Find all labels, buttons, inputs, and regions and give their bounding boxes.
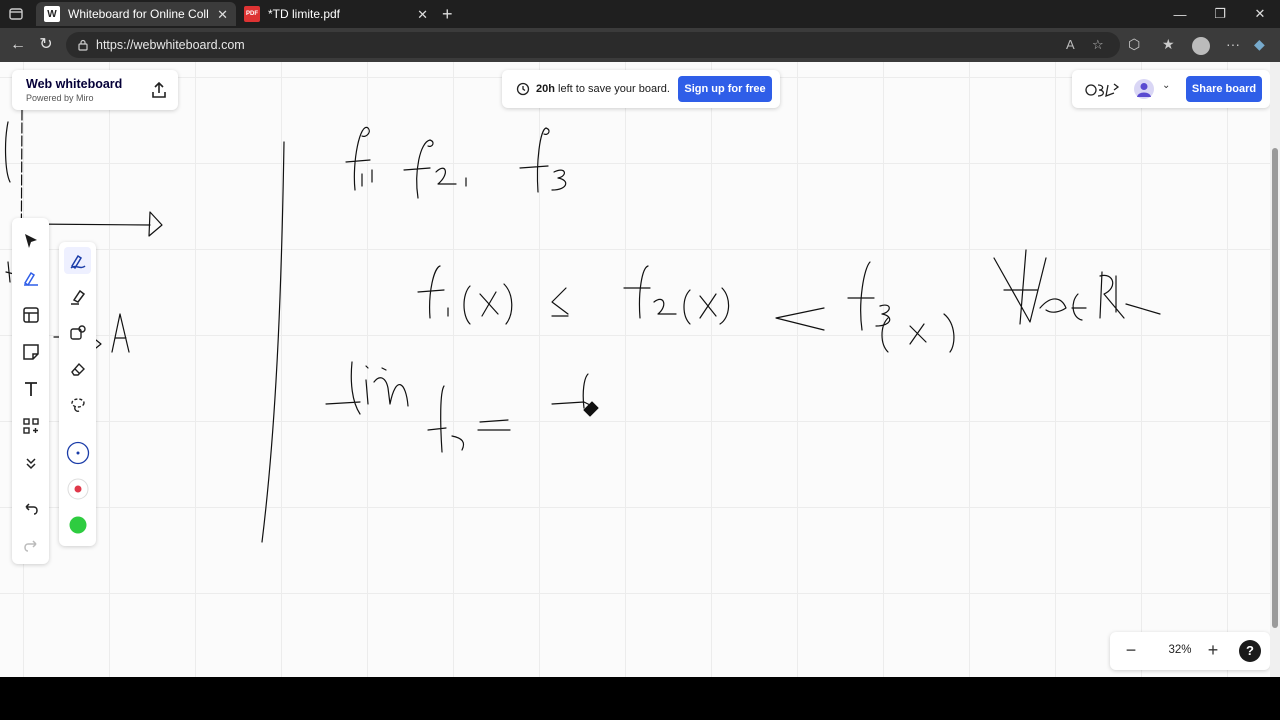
share-board-button[interactable]: Share board — [1186, 76, 1262, 102]
minimize-icon[interactable]: — — [1160, 0, 1200, 28]
whiteboard-favicon-icon: W — [44, 6, 60, 22]
chevron-down-icon[interactable]: ⌄ — [1162, 80, 1170, 91]
ink-leq-2 — [775, 307, 825, 331]
zoom-out-button[interactable]: − — [1120, 640, 1142, 662]
time-left: 20h — [536, 83, 555, 95]
read-aloud-icon[interactable]: A — [1066, 37, 1075, 52]
pen-icon[interactable] — [64, 247, 91, 274]
ink-letter-A — [111, 313, 130, 353]
clock-icon — [516, 82, 530, 96]
whiteboard-canvas[interactable]: Web whiteboard Powered by Miro 20h left … — [0, 62, 1270, 677]
url-field[interactable]: https://webwhiteboard.com A ☆ — [66, 32, 1120, 58]
url-text: https://webwhiteboard.com — [96, 38, 245, 52]
close-tab-icon[interactable]: ✕ — [417, 7, 428, 23]
vertical-scrollbar[interactable] — [1270, 62, 1280, 677]
undo-icon[interactable] — [18, 496, 43, 521]
ink-stroke — [4, 121, 11, 183]
collaboration-panel: ⌄ Share board — [1072, 70, 1270, 108]
more-tools-icon[interactable] — [18, 450, 43, 475]
address-bar: ← ↻ https://webwhiteboard.com A ☆ ⬡ ★ ··… — [0, 28, 1280, 62]
vertical-scroll-thumb[interactable] — [1272, 148, 1278, 628]
redo-icon[interactable] — [18, 533, 43, 558]
favorites-icon[interactable]: ★ — [1162, 36, 1175, 53]
profile-avatar[interactable] — [1192, 37, 1210, 55]
taskbar-area — [0, 677, 1280, 720]
tab-pdf[interactable]: PDF *TD limite.pdf ✕ — [236, 2, 436, 26]
ink-separator-line — [261, 141, 285, 543]
ink-f-limit — [551, 373, 593, 409]
highlighter-icon[interactable] — [64, 283, 91, 310]
user-icon — [1137, 83, 1151, 97]
ink-f2x — [623, 265, 730, 325]
ink-R — [1099, 271, 1161, 319]
ink-fn — [427, 385, 465, 453]
frame-icon[interactable] — [18, 302, 43, 327]
pen-cursor-icon — [583, 401, 599, 417]
save-message-text: left to save your board. — [558, 83, 670, 95]
lock-icon[interactable] — [76, 38, 90, 52]
sticky-note-icon[interactable] — [18, 339, 43, 364]
tab-whiteboard[interactable]: W Whiteboard for Online Collaboration ✕ — [36, 2, 236, 26]
save-message: 20h left to save your board. — [536, 83, 670, 95]
brand-panel: Web whiteboard Powered by Miro — [12, 70, 178, 110]
save-banner: 20h left to save your board. Sign up for… — [502, 70, 780, 108]
tab-title: *TD limite.pdf — [268, 7, 341, 21]
lasso-icon[interactable] — [64, 391, 91, 418]
back-icon[interactable]: ← — [8, 36, 28, 56]
close-tab-icon[interactable]: ✕ — [217, 7, 228, 23]
brand-subtitle: Powered by Miro — [26, 93, 94, 103]
pen-toolbar — [59, 242, 96, 546]
ink-in — [1039, 293, 1087, 321]
window-menu-icon[interactable] — [8, 6, 24, 22]
copilot-icon[interactable]: ◆ — [1254, 36, 1265, 53]
zoom-panel: − 32% + ? — [1110, 632, 1270, 670]
window-controls: — ❐ ✕ — [1160, 0, 1280, 28]
export-icon[interactable] — [150, 81, 168, 99]
zoom-level[interactable]: 32% — [1160, 644, 1200, 656]
favorite-star-icon[interactable]: ☆ — [1092, 37, 1104, 53]
text-icon[interactable] — [18, 376, 43, 401]
shape-pen-icon[interactable] — [64, 319, 91, 346]
sign-up-button[interactable]: Sign up for free — [678, 76, 772, 102]
ink-arrowhead — [148, 211, 163, 237]
ink-f2 — [403, 139, 467, 199]
ink-forall-x — [993, 249, 1047, 325]
more-icon[interactable]: ··· — [1226, 36, 1240, 52]
select-icon[interactable] — [18, 228, 43, 253]
zoom-in-button[interactable]: + — [1202, 640, 1224, 662]
reactions-icon[interactable] — [1084, 81, 1122, 99]
apps-icon[interactable] — [18, 413, 43, 438]
ink-f1 — [345, 127, 373, 191]
color-red[interactable] — [64, 475, 91, 502]
main-toolbar — [12, 218, 49, 564]
browser-tab-bar: W Whiteboard for Online Collaboration ✕ … — [0, 0, 1280, 28]
color-navy[interactable] — [64, 439, 91, 466]
tab-title: Whiteboard for Online Collaboration — [68, 7, 208, 21]
ink-f3x — [847, 261, 955, 353]
ink-equals — [477, 419, 511, 431]
pen-icon[interactable] — [18, 265, 43, 290]
restore-icon[interactable]: ❐ — [1200, 0, 1240, 28]
close-window-icon[interactable]: ✕ — [1240, 0, 1280, 28]
help-icon[interactable]: ? — [1239, 640, 1261, 662]
ink-lim — [325, 361, 409, 415]
extensions-icon[interactable]: ⬡ — [1128, 36, 1140, 53]
ink-f1x — [417, 265, 513, 325]
ink-f3 — [519, 127, 567, 193]
eraser-icon[interactable] — [64, 355, 91, 382]
ink-leq-1 — [551, 287, 569, 317]
new-tab-icon[interactable]: + — [442, 4, 453, 25]
reload-icon[interactable]: ↻ — [36, 36, 56, 56]
user-avatar[interactable] — [1134, 79, 1154, 99]
pdf-favicon-icon: PDF — [244, 6, 260, 22]
handwriting-layer — [4, 109, 1161, 543]
color-green[interactable] — [64, 511, 91, 538]
brand-name[interactable]: Web whiteboard — [26, 77, 122, 91]
